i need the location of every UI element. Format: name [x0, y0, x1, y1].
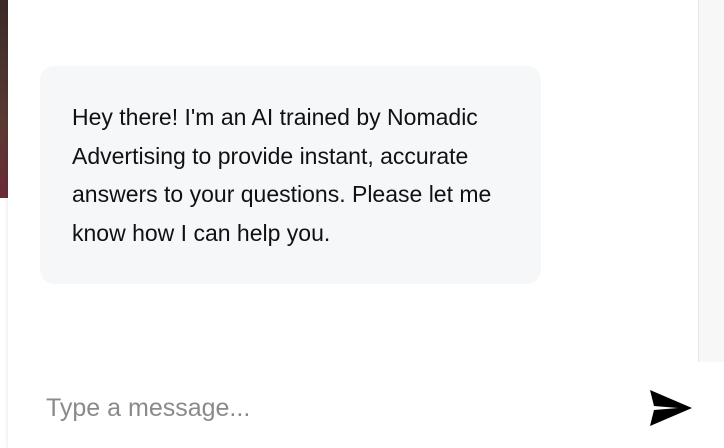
scrollbar-track[interactable]: [698, 0, 724, 362]
background-photo-edge: [0, 0, 8, 198]
message-composer: [8, 362, 724, 448]
send-button[interactable]: [648, 384, 700, 432]
bot-message-text: Hey there! I'm an AI trained by Nomadic …: [72, 104, 492, 246]
bot-message-bubble: Hey there! I'm an AI trained by Nomadic …: [40, 66, 541, 284]
message-input[interactable]: [46, 388, 606, 428]
send-icon: [650, 390, 692, 426]
